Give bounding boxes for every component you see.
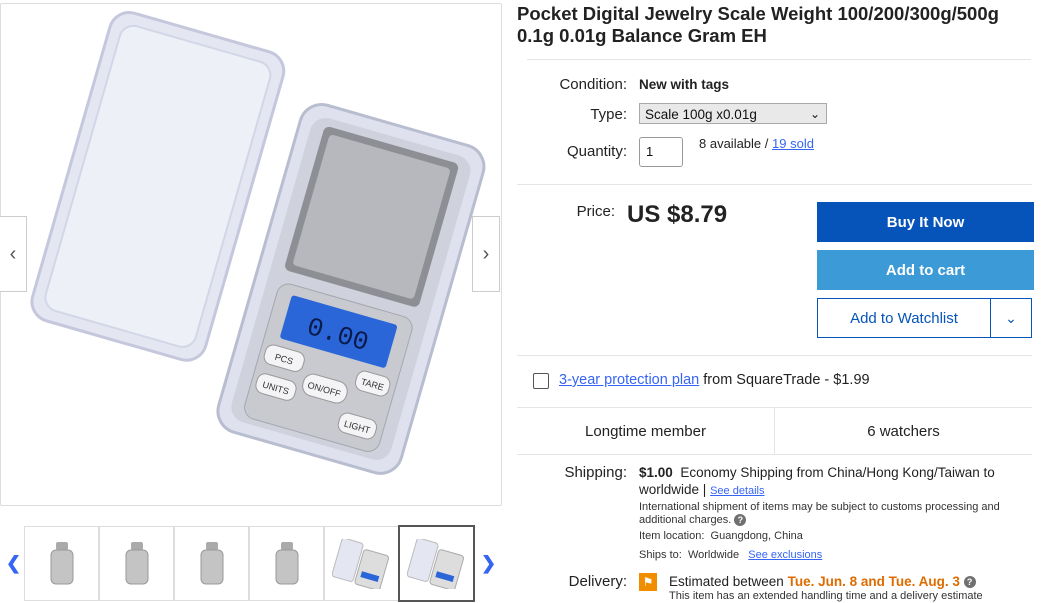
ships-to-value: Worldwide [687,549,740,561]
gallery-next-button[interactable]: › [472,216,500,292]
see-exclusions-link[interactable]: See exclusions [748,549,822,561]
scale-image [406,538,464,589]
add-to-cart-button[interactable]: Add to cart [817,250,1034,290]
protection-plan-text: 3-year protection plan from SquareTrade … [559,372,870,388]
chevron-down-icon: ⌄ [809,107,820,121]
watchlist-dropdown-button[interactable]: ⌄ [991,299,1031,337]
customs-note: International shipment of items may be s… [639,501,1024,527]
flag-icon: ⚑ [639,573,657,591]
thumbnail-2[interactable] [99,526,174,601]
shipping-summary: $1.00 Economy Shipping from China/Hong K… [639,464,1024,500]
chevron-down-icon: ⌄ [1005,309,1017,326]
price-label: Price: [576,203,615,220]
shipping-separator: | [702,482,707,497]
type-label: Type: [590,106,627,123]
divider [517,184,1032,185]
type-select-value: Scale 100g x0.01g [645,107,757,122]
protection-plan-price: from SquareTrade - $1.99 [703,372,870,388]
sold-link[interactable]: 19 sold [772,136,814,151]
availability: 8 available / 19 sold [699,136,814,151]
main-product-image[interactable]: 0.00 PCS UNITS ON/OFF TARE LIGHT [0,3,502,506]
delivery-label: Delivery: [568,573,627,590]
weight-image [200,541,223,584]
chevron-left-icon: ‹ [9,242,17,265]
ships-to: Ships to: Worldwide See exclusions [639,549,822,562]
protection-plan-checkbox[interactable] [533,373,549,389]
scale-image [331,538,389,589]
divider [517,355,1032,356]
product-title: Pocket Digital Jewelry Scale Weight 100/… [517,3,999,46]
condition-label: Condition: [559,76,627,93]
thumb-next-icon[interactable]: ❯ [481,553,496,574]
divider [527,59,1031,60]
thumbnail-4[interactable] [249,526,324,601]
type-select[interactable]: Scale 100g x0.01g ⌄ [639,103,827,124]
watchers-count: 6 watchers [867,422,940,440]
seller-stats: Longtime member 6 watchers [517,407,1032,455]
weight-image [125,541,148,584]
add-to-watchlist-button[interactable]: Add to Watchlist [818,299,991,337]
thumbnail-3[interactable] [174,526,249,601]
delivery-prefix: Estimated between [669,574,784,589]
watchlist-control: Add to Watchlist ⌄ [817,298,1032,338]
buy-it-now-button[interactable]: Buy It Now [817,202,1034,242]
thumbnail-strip: ❮ ❯ [0,525,500,602]
shipping-price: $1.00 [639,465,673,480]
shipping-label: Shipping: [564,464,627,481]
gallery-prev-button[interactable]: ‹ [0,216,27,292]
item-location: Item location: Guangdong, China [639,530,803,543]
thumbnail-6[interactable] [398,525,475,602]
delivery-note: This item has an extended handling time … [669,590,983,602]
delivery-estimate: Estimated between Tue. Jun. 8 and Tue. A… [669,574,976,589]
thumb-prev-icon[interactable]: ❮ [6,553,21,574]
see-details-link[interactable]: See details [710,485,764,497]
info-icon[interactable]: ? [734,514,747,527]
item-location-label: Item location: [639,530,705,542]
info-icon[interactable]: ? [963,576,976,589]
customs-text: International shipment of items may be s… [639,501,1000,526]
item-location-value: Guangdong, China [710,530,803,542]
ships-to-label: Ships to: [639,549,682,561]
weight-image [50,541,73,584]
thumbnail-1[interactable] [24,526,99,601]
scale-product-photo: 0.00 PCS UNITS ON/OFF TARE LIGHT [30,10,486,475]
delivery-dates: Tue. Jun. 8 and Tue. Aug. 3 [787,574,960,589]
quantity-input[interactable]: 1 [639,137,683,167]
shipping-method: Economy Shipping from China/Hong Kong/Ta… [639,465,995,497]
price-value: US $8.79 [627,201,728,228]
protection-plan-link[interactable]: 3-year protection plan [559,372,699,388]
thumbnail-5[interactable] [324,526,399,601]
available-count: 8 available / [699,136,769,151]
longtime-member-badge: Longtime member [517,408,775,454]
weight-image [275,541,298,584]
condition-value: New with tags [639,77,730,92]
quantity-label: Quantity: [566,143,627,160]
chevron-right-icon: › [482,242,490,265]
